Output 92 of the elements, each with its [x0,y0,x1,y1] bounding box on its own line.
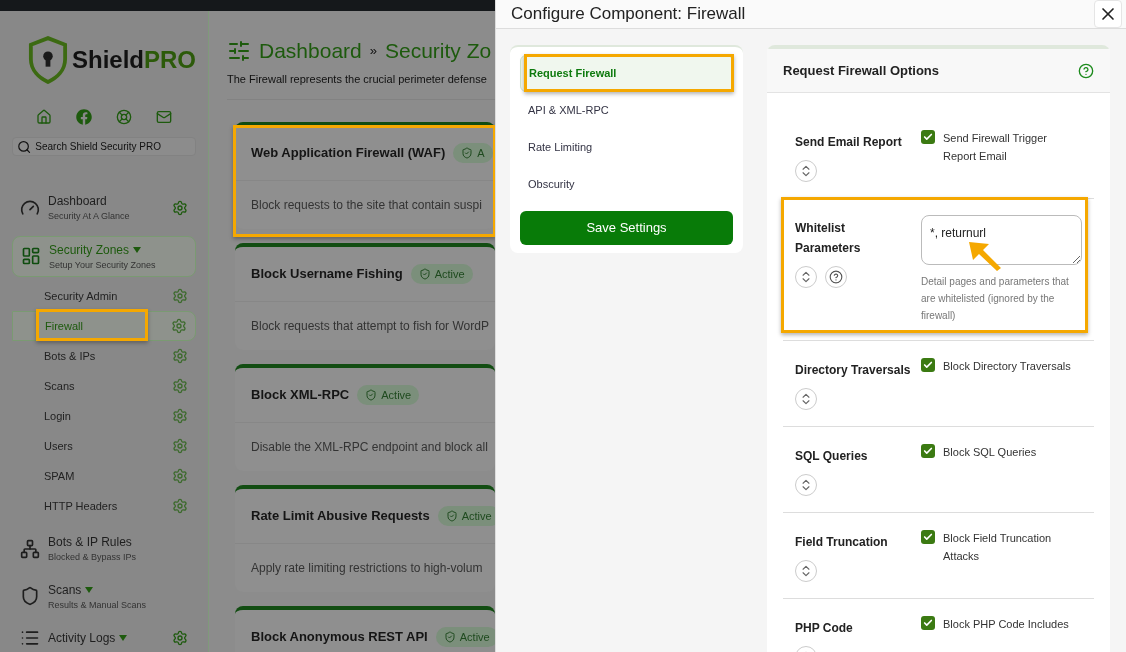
sidebar-item-subtitle: Blocked & Bypass IPs [48,551,138,564]
option-label: Directory Traversals [795,362,912,379]
close-button[interactable] [1094,0,1122,28]
field-hint: Detail pages and parameters that are whitelisted (ignored by the firewall) [921,275,1070,323]
sidebar-subitem[interactable]: HTTP Headers [12,491,196,521]
sidebar-item-title: Security Zones [49,241,130,259]
logo-text: ShieldPRO [71,45,196,75]
settings-icon[interactable] [172,348,188,364]
sidebar-item-title: Dashboard [48,193,107,210]
status-badge: Active [410,263,473,285]
sidebar-item[interactable]: Bots & IP Rules Blocked & Bypass IPs [12,529,196,569]
checkbox-label: Block Field Truncation Attacks [943,531,1053,564]
sidebar-item-subtitle: Results & Manual Scans [48,598,148,612]
home-icon[interactable] [36,109,52,125]
panel-title: Request Firewall Options [783,61,940,80]
sidebar-subitem[interactable]: Users [12,431,196,461]
shield-check-icon [445,510,458,522]
mail-icon[interactable] [156,109,172,125]
shield-logo-icon [28,35,68,85]
sidebar-item[interactable]: Scans Results & Manual Scans [12,576,196,616]
sidebar-subitem[interactable]: Scans [12,371,196,401]
network-icon [20,538,40,559]
checkbox-label: Block PHP Code Includes [943,617,1069,632]
search-icon [17,138,32,155]
option-label: Whitelist Parameters [795,220,862,257]
grid-icon [21,246,41,267]
sidebar-subitem[interactable]: Login [12,401,196,431]
checkbox[interactable] [921,130,935,144]
settings-icon[interactable] [172,468,188,484]
sidebar-subitem[interactable]: Security Admin [12,281,196,311]
checkbox[interactable] [921,616,935,630]
card-title: Web Application Firewall (WAF) [251,144,446,163]
card-title: Block Anonymous REST API [251,628,428,647]
settings-icon[interactable] [172,498,188,514]
checkbox-label: Block Directory Traversals [943,359,1071,374]
option-label: PHP Code [795,620,854,637]
status-badge: Active [437,505,495,527]
option-label: Send Email Report [795,134,903,151]
checkbox-label: Block SQL Queries [943,445,1037,460]
search-field[interactable]: Search Shield Security PRO [12,137,196,156]
facebook-icon[interactable] [76,109,92,125]
status-badge: Active [357,384,420,406]
sidebar-item[interactable]: Activity Logs [12,624,196,652]
settings-icon[interactable] [172,199,188,216]
sidebar-item-subtitle: Setup Your Security Zones [49,258,157,272]
shield-check-icon [418,268,431,280]
sidebar-subitem[interactable]: Bots & IPs [12,341,196,371]
sliders-icon [227,38,251,63]
card-description: Disable the XML-RPC endpoint and block all [251,439,488,456]
checkbox-label: Send Firewall Trigger Report Email [943,131,1048,164]
settings-icon[interactable] [172,408,188,424]
breadcrumb-link[interactable]: Security Zo [384,35,492,67]
settings-icon[interactable] [172,438,188,454]
sidebar-subitem[interactable]: SPAM [12,461,196,491]
sidebar-item[interactable]: Dashboard Security At A Glance [12,188,196,228]
list-icon [20,628,40,648]
checkbox[interactable] [921,530,935,544]
save-settings-button[interactable]: Save Settings [520,211,733,245]
shield-check-icon [443,631,456,643]
shield-check-icon [365,389,378,401]
lifebuoy-icon[interactable] [116,109,132,125]
option-label: Field Truncation [795,534,889,551]
section-tab[interactable]: Obscurity [520,166,733,203]
breadcrumb-separator: » [369,42,377,60]
card-description: Block requests to the site that contain suspi [251,197,482,214]
section-tab[interactable]: API & XML-RPC [520,92,733,129]
breadcrumb-link[interactable]: Dashboard [259,35,362,67]
card-title: Block Username Fishing [251,265,403,284]
parameters-field[interactable]: *, returnurl [921,215,1082,265]
shield-check-icon [461,147,474,159]
sidebar-item-title: Bots & IP Rules [48,534,132,551]
section-tab[interactable]: Rate Limiting [520,129,733,166]
status-badge: A [453,142,493,164]
card-title: Rate Limit Abusive Requests [251,507,430,526]
help-icon[interactable] [1078,62,1094,79]
card-description: Apply rate limiting restrictions to high-volum [251,560,483,577]
modal-title: Configure Component: Firewall [511,3,746,26]
settings-icon[interactable] [171,318,187,334]
sidebar-item-title: Activity Logs [48,630,116,647]
checkbox[interactable] [921,358,935,372]
status-badge: Active [435,626,495,648]
shield-icon [20,586,40,607]
sidebar-item[interactable]: Security Zones Setup Your Security Zones [12,235,196,277]
sidebar-item-title: Scans [48,581,82,599]
card-description: Block requests that attempt to fish for WordP [251,318,489,335]
settings-icon[interactable] [172,288,188,304]
settings-icon[interactable] [172,378,188,394]
settings-icon[interactable] [172,630,188,646]
option-label: SQL Queries [795,448,869,465]
sidebar-item-subtitle: Security At A Glance [48,210,131,223]
checkbox[interactable] [921,444,935,458]
card-title: Block XML-RPC [251,386,350,405]
